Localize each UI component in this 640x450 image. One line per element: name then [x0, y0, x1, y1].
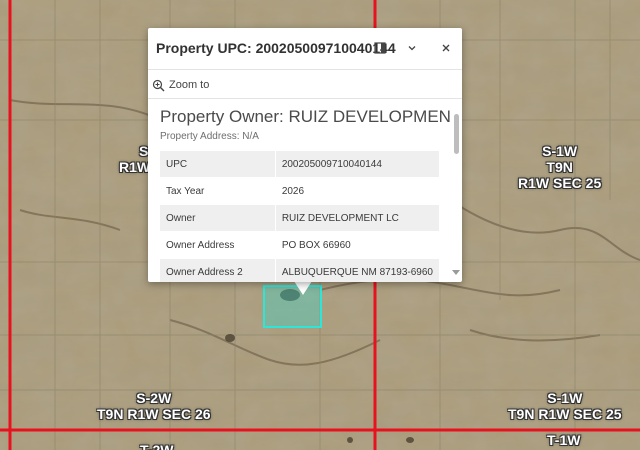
- owner-heading: Property Owner: RUIZ DEVELOPMENT LC: [160, 107, 451, 126]
- attribute-value: 200205009710040144: [275, 151, 439, 178]
- attribute-key: Owner: [160, 204, 276, 232]
- scroll-down-arrow[interactable]: [452, 270, 460, 275]
- chevron-down-icon: [408, 46, 416, 51]
- attribute-key: Owner Address: [160, 231, 276, 259]
- attribute-row: Owner RUIZ DEVELOPMENT LC: [160, 204, 439, 232]
- zoom-to-icon: [152, 79, 165, 91]
- property-address: Property Address: N/A: [160, 131, 259, 142]
- popup-header: Property UPC: 200205009710040144: [148, 28, 462, 68]
- attribute-value: PO BOX 66960: [275, 231, 439, 259]
- attribute-key: Owner Address 2: [160, 258, 276, 282]
- attribute-value: ALBUQUERQUE NM 87193-6960: [275, 258, 439, 282]
- property-popup: Property UPC: 200205009710040144 Zoom to…: [148, 28, 462, 282]
- zoom-to-label: Zoom to: [169, 79, 210, 91]
- scrollbar-thumb[interactable]: [454, 114, 459, 154]
- zoom-to-button[interactable]: Zoom to: [152, 75, 209, 95]
- popup-title: Property UPC: 200205009710040144: [156, 40, 396, 56]
- popup-content: Property Owner: RUIZ DEVELOPMENT LC Prop…: [148, 99, 451, 282]
- section-label-t2w: T-2W: [140, 442, 174, 450]
- collapse-button[interactable]: [398, 36, 426, 60]
- close-button[interactable]: [432, 36, 460, 60]
- section-label-t1w: T-1W: [547, 432, 581, 448]
- header-divider: [148, 69, 462, 70]
- popup-scrollbar[interactable]: [451, 108, 461, 280]
- section-label-s2w-t9n-r1w-26: S-2W T9N R1W SEC 26: [97, 390, 211, 422]
- attribute-row: Owner Address PO BOX 66960: [160, 231, 439, 259]
- section-label-s1w-t9n-r1w-25-bottom: S-1W T9N R1W SEC 25: [508, 390, 622, 422]
- attribute-table: UPC 200205009710040144 Tax Year 2026 Owner RU…: [160, 151, 439, 282]
- attribute-row: UPC 200205009710040144: [160, 151, 439, 178]
- dock-icon: [374, 42, 386, 54]
- attribute-value: 2026: [275, 177, 439, 205]
- attribute-key: UPC: [160, 151, 276, 178]
- attribute-key: Tax Year: [160, 177, 276, 205]
- section-label-s1w-t9n-r1w-25: S-1W T9N R1W SEC 25: [518, 143, 602, 191]
- attribute-row: Owner Address 2 ALBUQUERQUE NM 87193-6960: [160, 258, 439, 282]
- dock-button[interactable]: [366, 36, 394, 60]
- selected-parcel[interactable]: [263, 285, 322, 328]
- attribute-row: Tax Year 2026: [160, 177, 439, 205]
- close-icon: [442, 44, 450, 52]
- popup-pointer: [294, 281, 312, 295]
- attribute-value: RUIZ DEVELOPMENT LC: [275, 204, 439, 232]
